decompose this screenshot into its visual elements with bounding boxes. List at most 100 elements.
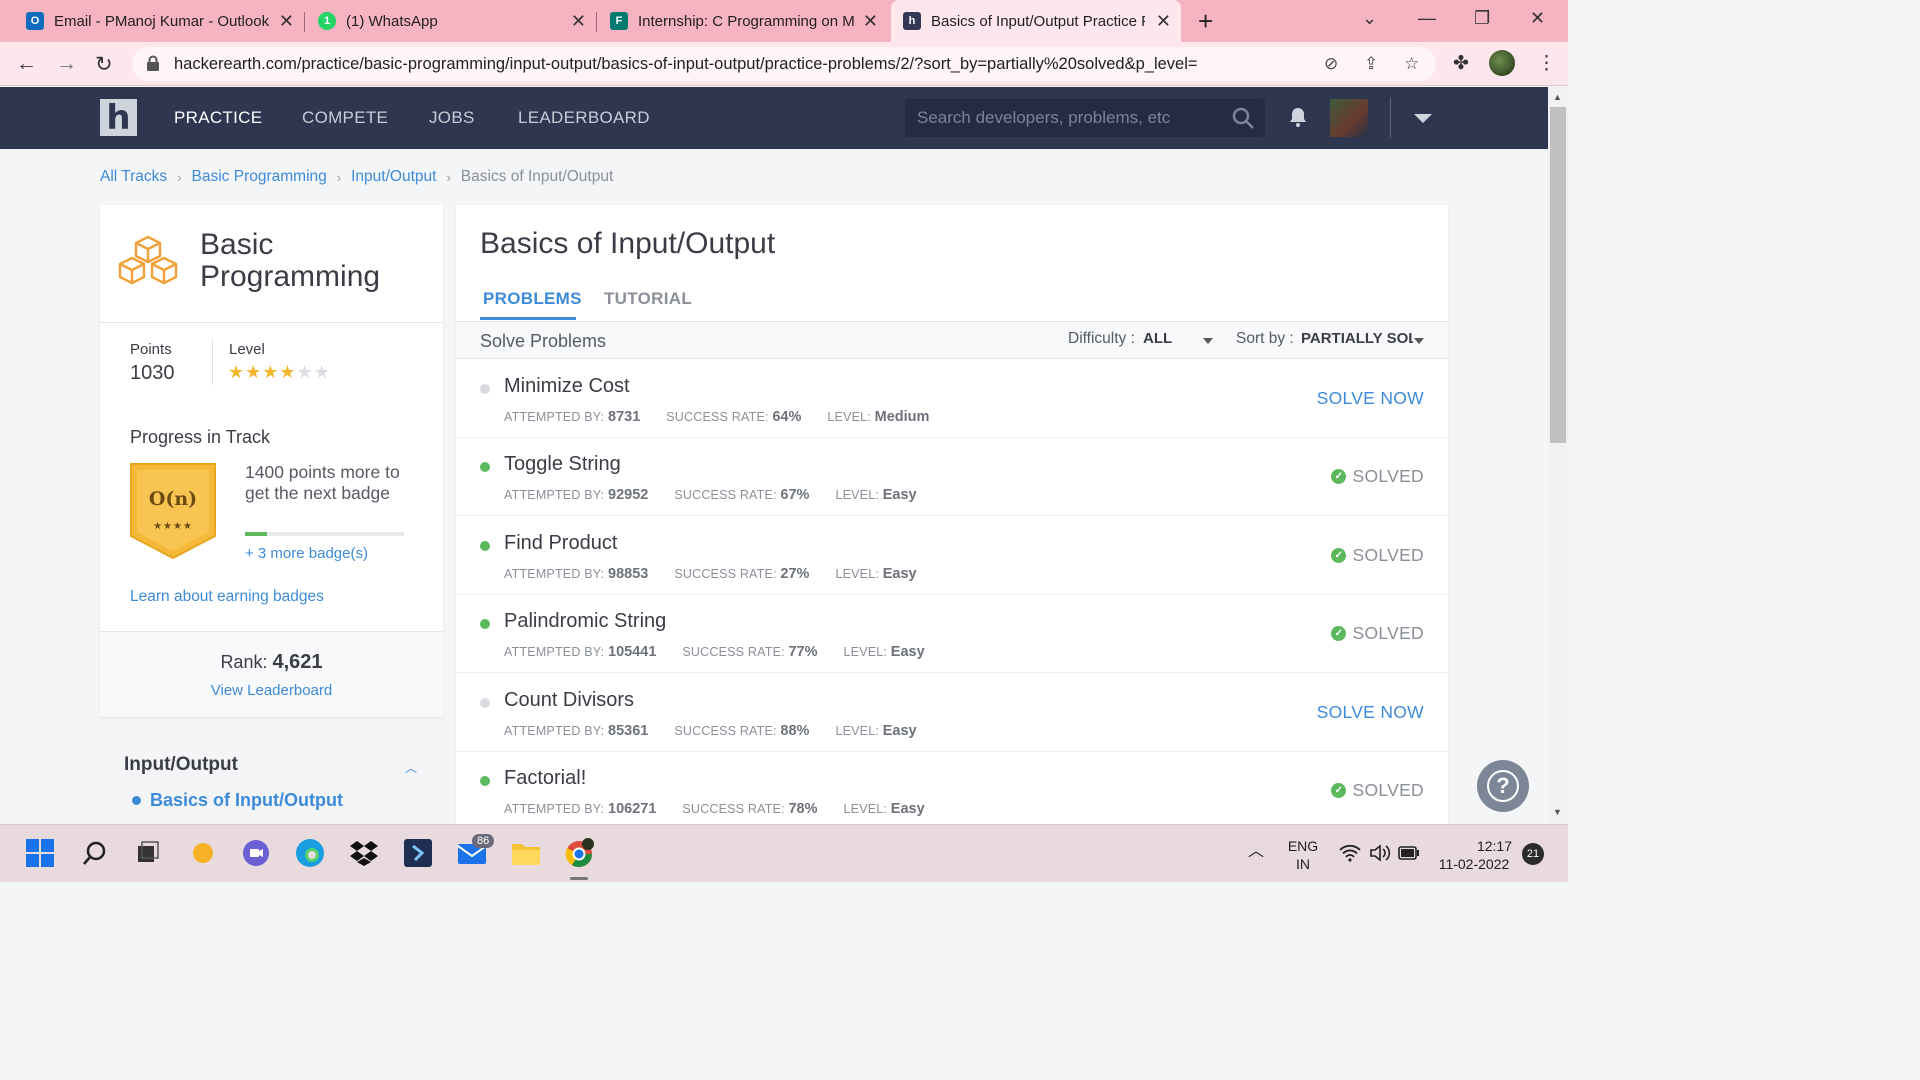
- url-omnibox[interactable]: hackerearth.com/practice/basic-programmi…: [132, 47, 1436, 81]
- breadcrumb-input-output[interactable]: Input/Output: [351, 168, 436, 186]
- powershell-icon[interactable]: [402, 837, 434, 869]
- tab-problems[interactable]: PROBLEMS: [483, 289, 582, 309]
- sort-select[interactable]: PARTIALLY SOLVED: [1301, 330, 1413, 347]
- sidebar-item-label: Basics of Input/Output: [150, 790, 343, 810]
- search-input[interactable]: [905, 99, 1225, 137]
- chevron-up-icon[interactable]: ︿: [1248, 843, 1264, 861]
- difficulty-select[interactable]: ALL: [1143, 330, 1172, 347]
- problem-name[interactable]: Toggle String: [504, 453, 621, 476]
- close-icon[interactable]: ✕: [279, 11, 294, 32]
- problem-row[interactable]: Find Product ATTEMPTED BY: 98853 SUCCESS R…: [456, 517, 1448, 595]
- problem-name[interactable]: Minimize Cost: [504, 375, 630, 398]
- tab-title: Basics of Input/Output Practice P: [931, 12, 1145, 30]
- problem-row[interactable]: Toggle String ATTEMPTED BY: 92952 SUCCESS …: [456, 438, 1448, 517]
- divider: [100, 322, 443, 323]
- scroll-down-arrow-icon[interactable]: ▼: [1553, 807, 1562, 817]
- volume-icon[interactable]: [1369, 844, 1391, 866]
- bookmark-star-icon[interactable]: ☆: [1404, 54, 1419, 74]
- browser-menu-icon[interactable]: ⋮: [1537, 52, 1556, 75]
- chevron-down-icon[interactable]: [1414, 338, 1424, 344]
- dropbox-icon[interactable]: [348, 837, 380, 869]
- file-explorer-icon[interactable]: [510, 837, 542, 869]
- search-icon[interactable]: [1231, 106, 1255, 130]
- problem-meta: ATTEMPTED BY: 92952 SUCCESS RATE: 67% LEVE…: [504, 487, 917, 503]
- nav-jobs[interactable]: JOBS: [429, 108, 475, 128]
- tab-tutorial[interactable]: TUTORIAL: [604, 289, 692, 309]
- problem-row[interactable]: Minimize Cost ATTEMPTED BY: 8731 SUCCESS R…: [456, 360, 1448, 438]
- problem-meta: ATTEMPTED BY: 8731 SUCCESS RATE: 64% LEVEL…: [504, 409, 929, 425]
- solve-now-button[interactable]: SOLVE NOW: [1317, 702, 1424, 723]
- problem-name[interactable]: Count Divisors: [504, 689, 634, 712]
- scrollbar-thumb[interactable]: [1550, 107, 1566, 443]
- success-label: SUCCESS RATE:: [674, 488, 777, 503]
- nav-practice[interactable]: PRACTICE: [174, 108, 262, 128]
- tab-search-chevron-icon[interactable]: ⌄: [1362, 8, 1377, 29]
- windows-start-icon[interactable]: [24, 837, 56, 869]
- user-avatar[interactable]: [1330, 99, 1368, 137]
- window-close-button[interactable]: ✕: [1530, 8, 1545, 29]
- close-icon[interactable]: ✕: [571, 11, 586, 32]
- problem-name[interactable]: Palindromic String: [504, 610, 666, 633]
- edge-browser-icon[interactable]: [294, 837, 326, 869]
- chrome-icon[interactable]: [564, 837, 596, 869]
- scroll-up-arrow-icon[interactable]: ▲: [1553, 92, 1562, 102]
- breadcrumb: All Tracks › Basic Programming › Input/O…: [100, 168, 613, 186]
- restore-button[interactable]: ❐: [1474, 8, 1490, 29]
- bell-icon[interactable]: [1289, 107, 1307, 127]
- language-indicator[interactable]: ENG IN: [1285, 837, 1321, 873]
- success-value: 64%: [772, 409, 802, 425]
- nav-leaderboard[interactable]: LEADERBOARD: [518, 108, 650, 128]
- notification-badge[interactable]: 21: [1522, 843, 1544, 865]
- page-scrollbar[interactable]: ▲ ▼: [1548, 87, 1568, 824]
- clock[interactable]: 12:17 11-02-2022: [1432, 837, 1516, 873]
- problem-name[interactable]: Find Product: [504, 532, 617, 555]
- hackerearth-logo[interactable]: h: [100, 99, 137, 136]
- solve-now-button[interactable]: SOLVE NOW: [1317, 388, 1424, 409]
- view-leaderboard-link[interactable]: View Leaderboard: [100, 682, 443, 699]
- browser-profile-avatar[interactable]: [1489, 50, 1515, 76]
- extensions-puzzle-icon[interactable]: ✤: [1453, 52, 1469, 75]
- forward-button[interactable]: →: [56, 52, 77, 76]
- reload-button[interactable]: ↻: [95, 52, 113, 77]
- more-badges-link[interactable]: + 3 more badge(s): [245, 545, 368, 562]
- tab-outlook[interactable]: O Email - PManoj Kumar - Outlook ✕: [14, 0, 304, 42]
- minimize-button[interactable]: —: [1418, 8, 1436, 29]
- wifi-icon[interactable]: [1339, 844, 1361, 866]
- tab-title: Email - PManoj Kumar - Outlook: [54, 12, 270, 30]
- problem-name[interactable]: Factorial!: [504, 767, 586, 790]
- share-icon[interactable]: ⇪: [1364, 54, 1378, 74]
- clock-time: 12:17: [1476, 838, 1512, 854]
- sidebar-item-basics-io[interactable]: Basics of Input/Output: [132, 790, 343, 811]
- success-value: 78%: [788, 801, 818, 817]
- breadcrumb-all-tracks[interactable]: All Tracks: [100, 168, 167, 186]
- attempted-value: 106271: [608, 801, 657, 817]
- close-icon[interactable]: ✕: [1156, 11, 1171, 32]
- sort-label: Sort by :: [1236, 330, 1294, 347]
- nav-compete[interactable]: COMPETE: [302, 108, 388, 128]
- back-button[interactable]: ←: [16, 52, 37, 76]
- new-tab-button[interactable]: +: [1198, 6, 1213, 37]
- tab-basics-io[interactable]: h Basics of Input/Output Practice P ✕: [891, 0, 1181, 42]
- breadcrumb-basic-programming[interactable]: Basic Programming: [192, 168, 327, 186]
- problem-row[interactable]: Palindromic String ATTEMPTED BY: 105441 SU…: [456, 595, 1448, 674]
- tab-internship[interactable]: F Internship: C Programming on M ✕: [598, 0, 888, 42]
- help-button[interactable]: ?: [1477, 760, 1529, 812]
- solved-status: ✓ SOLVED: [1331, 780, 1424, 801]
- problem-row[interactable]: Count Divisors ATTEMPTED BY: 85361 SUCCESS…: [456, 674, 1448, 752]
- weather-icon[interactable]: [187, 837, 219, 869]
- battery-icon[interactable]: [1398, 846, 1420, 864]
- chevron-down-icon[interactable]: [1414, 114, 1432, 123]
- taskbar-search-icon[interactable]: [79, 837, 111, 869]
- chevron-up-icon[interactable]: ︿: [405, 759, 417, 776]
- teams-chat-icon[interactable]: [240, 837, 272, 869]
- chevron-down-icon[interactable]: [1203, 338, 1213, 344]
- close-icon[interactable]: ✕: [863, 11, 878, 32]
- level-value: Easy: [890, 801, 925, 817]
- section-heading[interactable]: Input/Output: [124, 754, 238, 776]
- tab-whatsapp[interactable]: 1 (1) WhatsApp ✕: [306, 0, 596, 42]
- level-label: Level: [229, 341, 265, 358]
- problem-row[interactable]: Factorial! ATTEMPTED BY: 106271 SUCCESS RA…: [456, 752, 1448, 825]
- task-view-icon[interactable]: [131, 837, 163, 869]
- learn-badges-link[interactable]: Learn about earning badges: [130, 588, 324, 606]
- eye-off-icon[interactable]: ⊘: [1324, 54, 1338, 74]
